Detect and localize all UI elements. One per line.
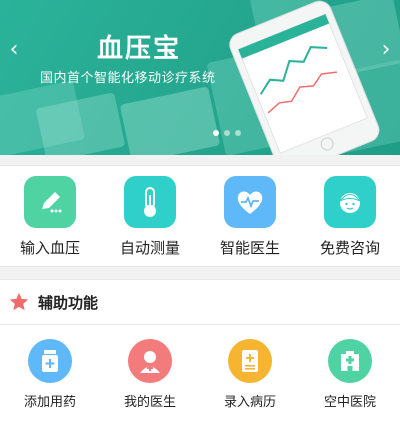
banner-subtitle: 国内首个智能化移动诊疗系统	[40, 71, 216, 86]
medical-record-icon	[228, 339, 272, 383]
heartbeat-icon	[224, 176, 276, 228]
star-icon	[9, 292, 29, 311]
quick-action-label: 智能医生	[219, 239, 280, 257]
tool-label: 我的医生	[123, 395, 176, 410]
chevron-left-icon[interactable]: ‹	[4, 38, 24, 62]
tool-add-medication[interactable]: 添加用药	[0, 325, 100, 425]
tool-label: 添加用药	[23, 395, 76, 410]
carousel-indicator	[213, 130, 241, 136]
section-header: 辅助功能	[0, 279, 400, 325]
tool-label: 空中医院	[323, 395, 376, 410]
chevron-right-icon[interactable]: ›	[376, 38, 396, 62]
thermometer-icon	[124, 176, 176, 228]
tool-my-doctor[interactable]: 我的医生	[100, 325, 200, 425]
medicine-bottle-icon	[28, 339, 72, 383]
quick-action-label: 免费咨询	[319, 239, 380, 257]
quick-action-free-consult[interactable]: 免费咨询	[300, 166, 400, 266]
quick-action-label: 输入血压	[19, 239, 80, 257]
carousel-dot[interactable]	[224, 130, 230, 136]
quick-action-smart-doctor[interactable]: 智能医生	[200, 166, 300, 266]
carousel-dot[interactable]	[213, 130, 219, 136]
doctor-icon	[128, 339, 172, 383]
quick-actions: 输入血压 自动测量 智能医生 免费咨询	[0, 165, 400, 267]
nurse-icon	[324, 176, 376, 228]
tool-enter-records[interactable]: 录入病历	[200, 325, 300, 425]
carousel-dot[interactable]	[235, 130, 241, 136]
section-title: 辅助功能	[38, 293, 99, 312]
auxiliary-tools: 添加用药 我的医生 录入病历 空中医院	[0, 325, 400, 425]
quick-action-auto-measure[interactable]: 自动测量	[100, 166, 200, 266]
tool-sky-hospital[interactable]: 空中医院	[300, 325, 400, 425]
pencil-icon	[24, 176, 76, 228]
quick-action-label: 自动测量	[119, 239, 180, 257]
tool-label: 录入病历	[223, 395, 276, 410]
quick-action-input-bp[interactable]: 输入血压	[0, 166, 100, 266]
hospital-icon	[328, 339, 372, 383]
banner-title: 血压宝	[97, 34, 182, 64]
promo-banner[interactable]: ‹ › 血压宝 国内首个智能化移动诊疗系统	[0, 0, 400, 155]
